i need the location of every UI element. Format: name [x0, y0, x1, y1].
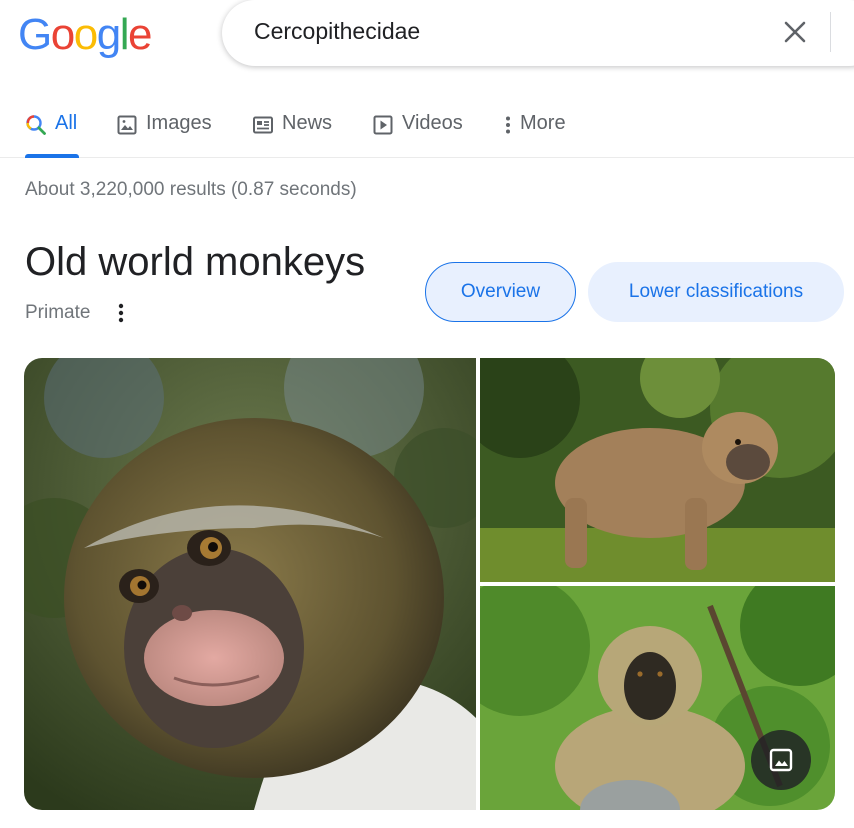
clear-search-button[interactable] — [780, 17, 810, 47]
close-icon — [784, 21, 806, 43]
knowledge-panel-subtitle: Primate — [25, 302, 91, 323]
search-icon — [25, 114, 47, 136]
tab-news[interactable]: News — [252, 112, 332, 158]
image-icon — [116, 114, 138, 136]
play-icon — [372, 114, 394, 136]
more-vert-icon — [500, 114, 516, 136]
tab-label: All — [55, 112, 78, 134]
active-tab-indicator — [25, 154, 79, 158]
result-stats: About 3,220,000 results (0.87 seconds) — [25, 179, 357, 200]
more-images-button[interactable] — [751, 730, 811, 790]
tab-all[interactable]: All — [25, 112, 77, 158]
photo-icon — [769, 748, 793, 772]
image-gallery — [24, 358, 835, 810]
search-results-page: Google Cercopithecidae All Images News V… — [0, 0, 854, 828]
news-icon — [252, 114, 274, 136]
knowledge-panel-title: Old world monkeys — [25, 240, 366, 284]
tab-label: Videos — [402, 112, 463, 134]
chip-overview[interactable]: Overview — [425, 262, 576, 322]
tab-images[interactable]: Images — [116, 112, 212, 158]
logo-letter: l — [119, 10, 130, 59]
search-tabs: All Images News Videos More — [0, 100, 854, 158]
tab-label: Images — [146, 112, 212, 134]
baboon-photo — [480, 358, 835, 582]
tab-label: More — [520, 112, 566, 134]
chip-lower-classifications[interactable]: Lower classifications — [588, 262, 844, 322]
logo-letter: e — [127, 10, 152, 59]
search-input[interactable]: Cercopithecidae — [254, 18, 420, 45]
logo-letter: G — [18, 10, 52, 59]
knowledge-panel-more-button[interactable] — [110, 300, 132, 326]
search-divider — [830, 12, 831, 52]
search-box[interactable]: Cercopithecidae — [222, 0, 854, 66]
gallery-image-top-right[interactable] — [480, 358, 835, 582]
tab-videos[interactable]: Videos — [372, 112, 463, 158]
logo-letter: o — [50, 10, 75, 59]
tab-more[interactable]: More — [500, 112, 566, 158]
logo-letter: o — [73, 10, 98, 59]
logo-letter: g — [96, 10, 121, 59]
google-logo[interactable]: Google — [18, 10, 152, 60]
gallery-image-main[interactable] — [24, 358, 476, 810]
more-vert-icon — [118, 303, 124, 323]
monkey-photo — [24, 358, 476, 810]
tab-label: News — [282, 112, 333, 134]
